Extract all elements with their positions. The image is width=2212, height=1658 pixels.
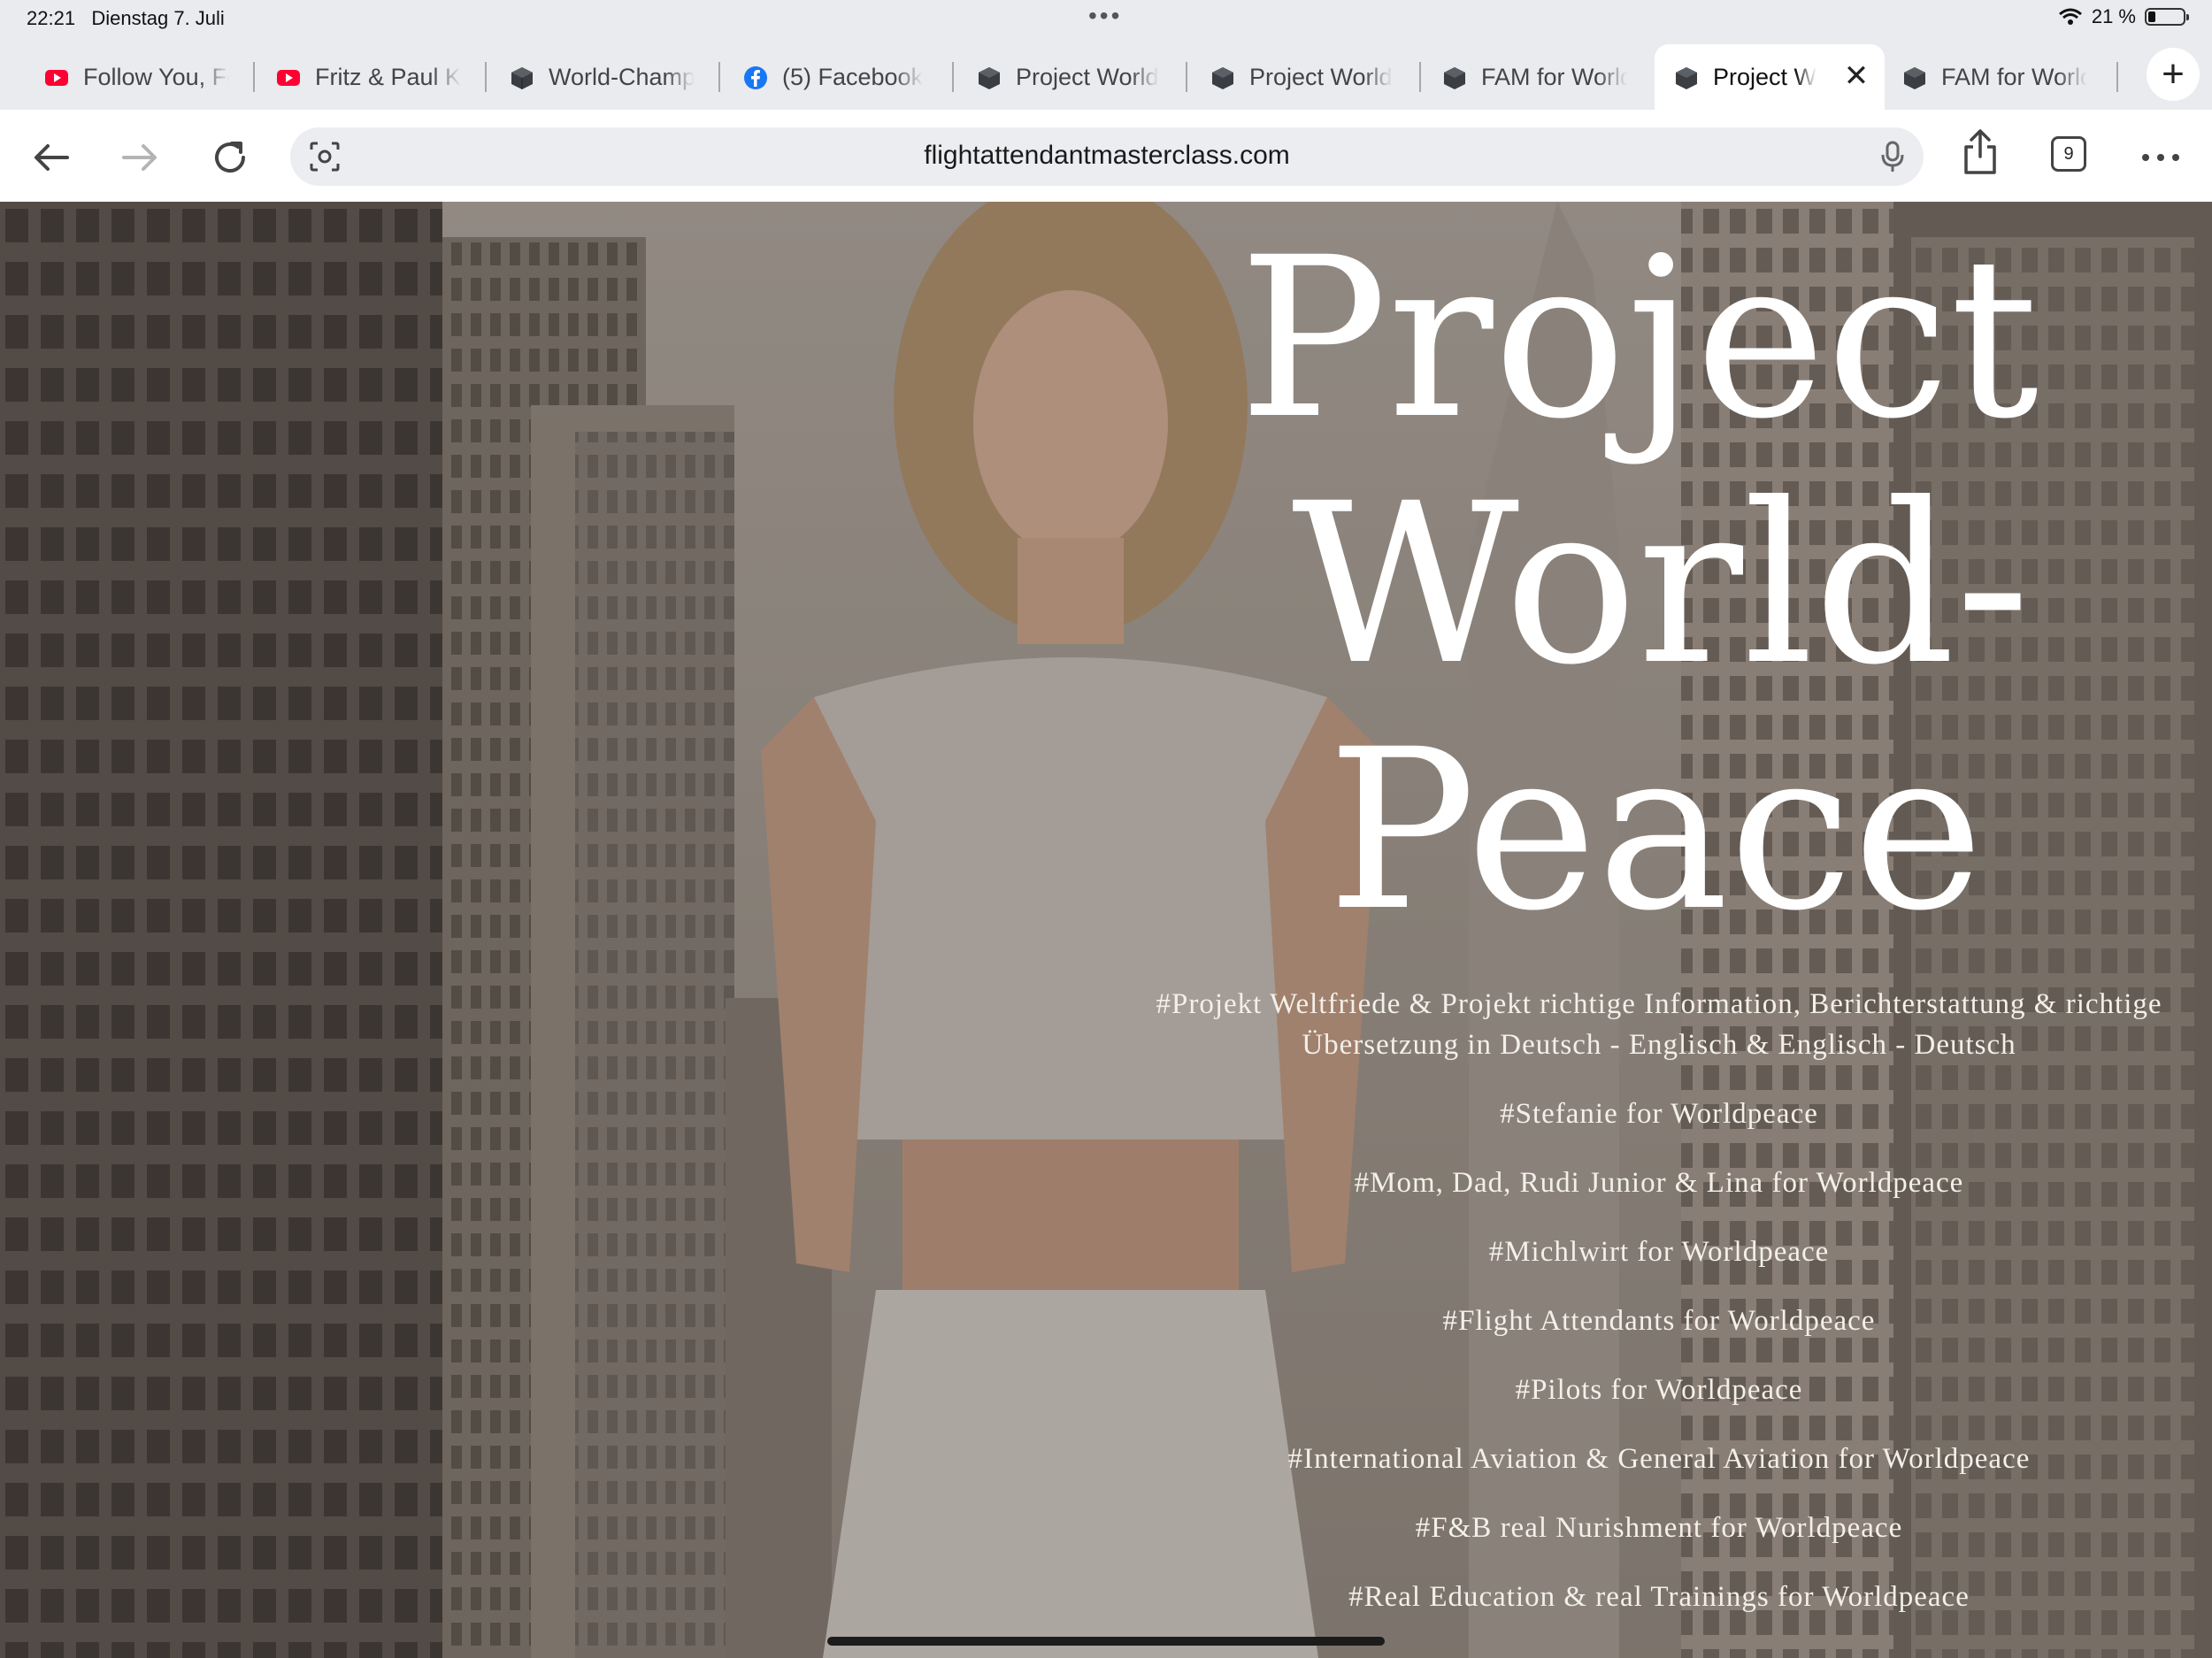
forward-button[interactable] bbox=[119, 136, 161, 179]
hashtag-item: #Real Education & real Trainings for Wor… bbox=[1348, 1581, 1970, 1613]
tab-separator bbox=[1186, 62, 1187, 92]
title-line: Project bbox=[1239, 210, 2039, 467]
hero-section: Project World- Peace #Projekt Weltfriede… bbox=[0, 202, 2212, 1658]
tab-facebook[interactable]: (5) Facebook bbox=[740, 44, 947, 110]
home-indicator[interactable] bbox=[827, 1637, 1385, 1646]
hashtag-item: #Projekt Weltfriede & Projekt richtige I… bbox=[1156, 988, 2162, 1061]
tab-bar: Follow You, Fo Fritz & Paul Ka World-Cha… bbox=[0, 39, 2212, 110]
tab-project-world-1[interactable]: Project World bbox=[973, 44, 1180, 110]
tab-separator bbox=[253, 62, 255, 92]
tab-separator bbox=[485, 62, 487, 92]
address-bar[interactable]: flightattendantmasterclass.com bbox=[290, 127, 1924, 186]
cube-icon bbox=[1212, 67, 1233, 89]
multitasking-dots-icon[interactable]: ••• bbox=[1088, 2, 1122, 30]
status-time-date: 22:21 Dienstag 7. Juli bbox=[27, 7, 225, 29]
tab-project-w-active[interactable]: Project W ✕ bbox=[1655, 44, 1885, 110]
title-line: Peace bbox=[1327, 702, 1984, 959]
cube-icon bbox=[979, 67, 1000, 89]
back-arrow-icon bbox=[35, 144, 69, 171]
hashtag-list: #Projekt Weltfriede & Projekt richtige I… bbox=[1124, 984, 2194, 1646]
status-bar: 22:21 Dienstag 7. Juli ••• 21 % bbox=[0, 0, 2212, 39]
hashtag-item: #International Aviation & General Aviati… bbox=[1287, 1443, 2031, 1475]
hashtag-item: #Stefanie for Worldpeace bbox=[1500, 1098, 1818, 1130]
cube-icon bbox=[1444, 67, 1465, 89]
battery-icon bbox=[2145, 8, 2189, 26]
hero-title: Project World- Peace bbox=[1239, 216, 2141, 954]
cube-icon bbox=[1904, 67, 1925, 89]
title-line: World- bbox=[1292, 456, 2031, 713]
tab-switcher-button[interactable]: 9 bbox=[2051, 136, 2086, 172]
url-text: flightattendantmasterclass.com bbox=[924, 141, 1290, 170]
hashtag-item: #F&B real Nurishment for Worldpeace bbox=[1415, 1512, 1903, 1544]
share-button[interactable] bbox=[1959, 129, 2001, 174]
hashtag-item: #Pilots for Worldpeace bbox=[1515, 1374, 1803, 1406]
tab-project-world-2[interactable]: Project World bbox=[1207, 44, 1414, 110]
close-tab-icon[interactable]: ✕ bbox=[1840, 59, 1872, 93]
more-menu-button[interactable] bbox=[2139, 136, 2182, 179]
hashtag-item: #Michlwirt for Worldpeace bbox=[1488, 1236, 1830, 1268]
plus-icon: + bbox=[2162, 52, 2185, 96]
hashtag-item: #Flight Attendants for Worldpeace bbox=[1442, 1305, 1876, 1337]
tab-separator bbox=[952, 62, 954, 92]
tab-follow-you[interactable]: Follow You, Fo bbox=[41, 44, 248, 110]
reload-icon bbox=[215, 142, 245, 173]
wifi-icon bbox=[2058, 8, 2082, 25]
facebook-icon bbox=[744, 66, 767, 89]
microphone-icon[interactable] bbox=[1879, 140, 1906, 173]
tab-separator bbox=[718, 62, 720, 92]
battery-percent: 21 % bbox=[2091, 5, 2136, 27]
status-indicators: 21 % bbox=[2058, 5, 2189, 28]
tab-fritz-paul[interactable]: Fritz & Paul Ka bbox=[273, 44, 480, 110]
cube-icon bbox=[1676, 67, 1697, 89]
hashtag-item: #Mom, Dad, Rudi Junior & Lina for Worldp… bbox=[1354, 1167, 1964, 1199]
tab-world-champ[interactable]: World-Champ bbox=[506, 44, 713, 110]
reload-button[interactable] bbox=[209, 136, 251, 179]
tab-fam-for-world-2[interactable]: FAM for World bbox=[1899, 44, 2106, 110]
share-icon bbox=[1964, 129, 1996, 174]
new-tab-button[interactable]: + bbox=[2147, 48, 2200, 101]
youtube-icon bbox=[277, 70, 300, 86]
cube-icon bbox=[511, 67, 533, 89]
tab-separator bbox=[2116, 62, 2118, 92]
forward-arrow-icon bbox=[122, 144, 157, 171]
youtube-icon bbox=[45, 70, 68, 86]
back-button[interactable] bbox=[30, 136, 73, 179]
browser-toolbar: flightattendantmasterclass.com 9 bbox=[0, 110, 2212, 202]
tab-fam-for-world-1[interactable]: FAM for World bbox=[1439, 44, 1646, 110]
tab-separator bbox=[1419, 62, 1421, 92]
more-dots-icon bbox=[2142, 154, 2179, 161]
